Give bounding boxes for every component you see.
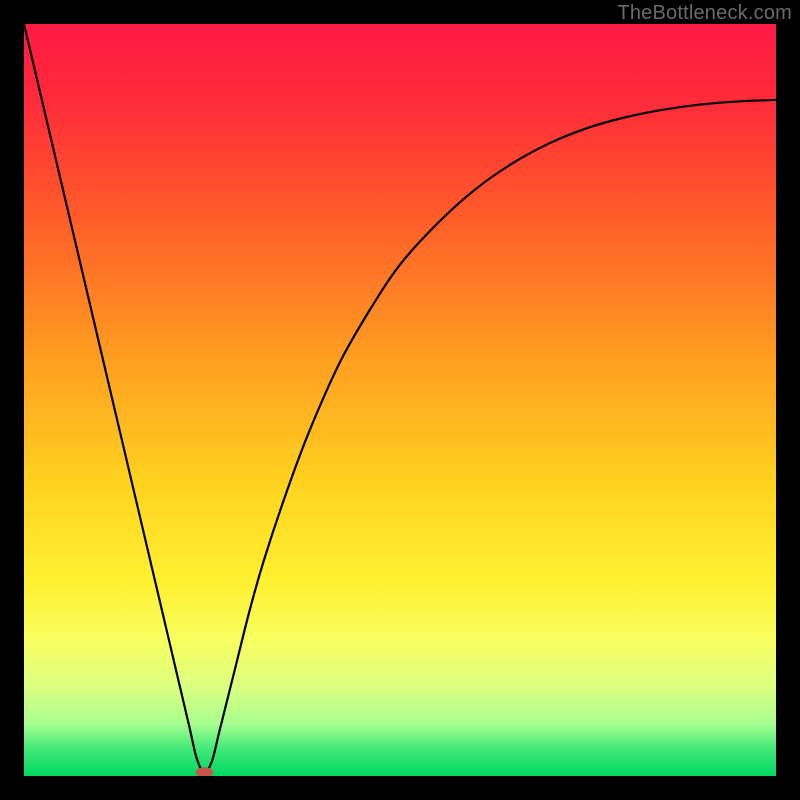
bottleneck-curve-line: [24, 24, 776, 772]
optimal-point-marker: [195, 767, 213, 776]
chart-frame: [24, 24, 776, 776]
chart-plot: [24, 24, 776, 776]
watermark-label: TheBottleneck.com: [617, 2, 792, 25]
